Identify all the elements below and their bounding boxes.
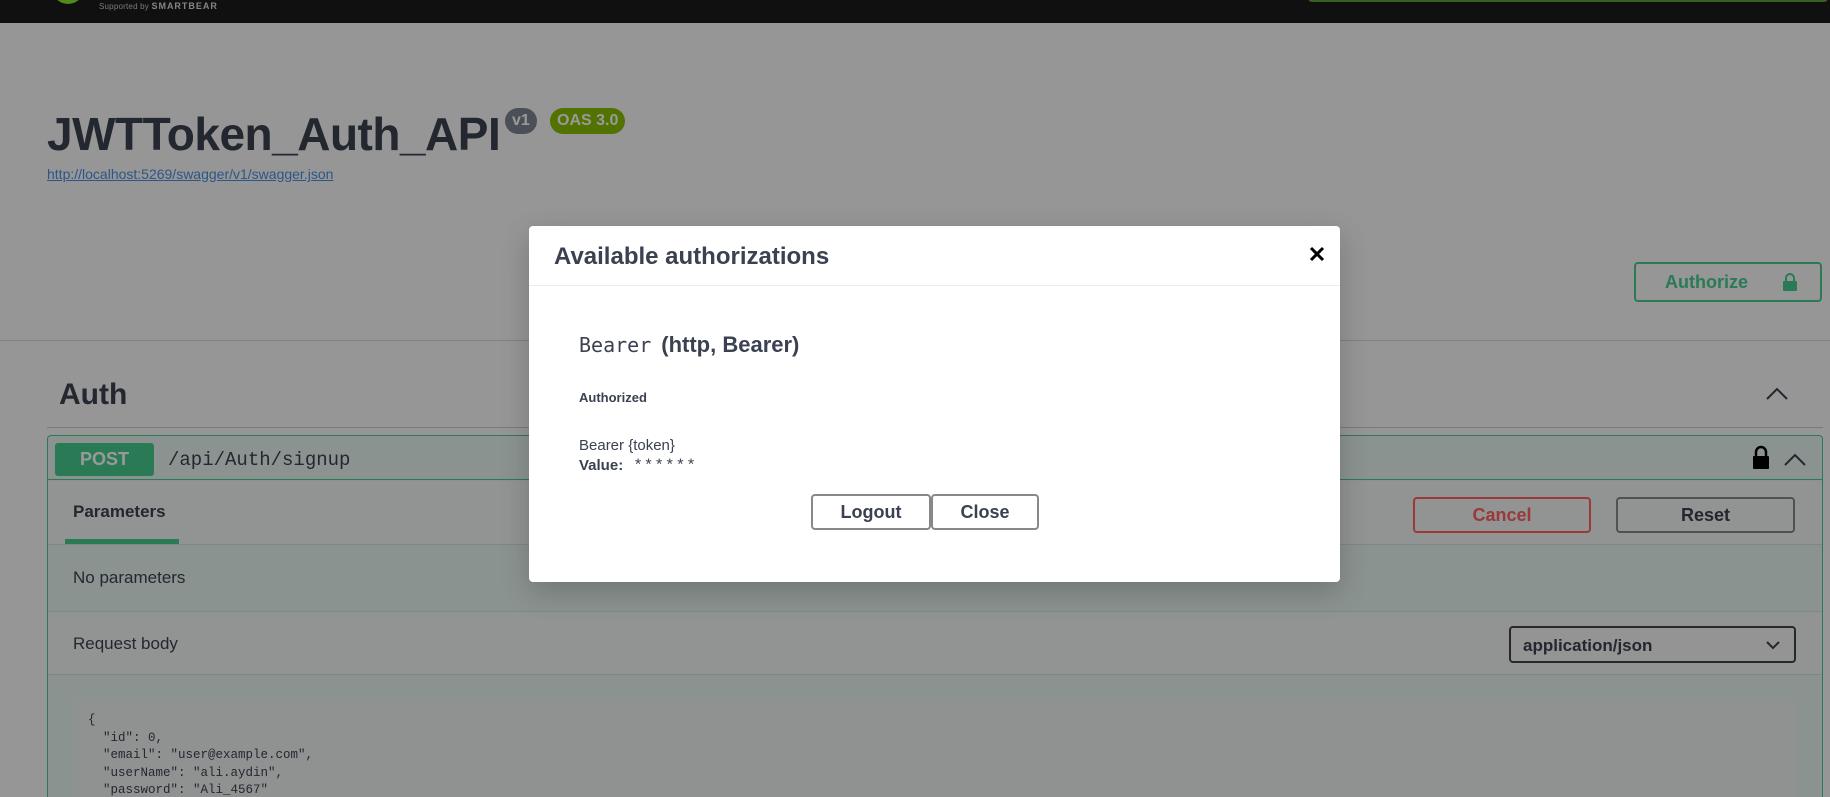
dialog-title: Available authorizations	[554, 243, 830, 270]
auth-value-row: Value: ******	[579, 457, 697, 475]
auth-format: Bearer {token}	[579, 437, 675, 454]
close-button[interactable]: Close	[931, 494, 1039, 530]
authorization-dialog: Available authorizations Bearer (http, Be…	[529, 226, 1340, 582]
auth-scheme-name: Bearer (http, Bearer)	[579, 332, 800, 357]
value-label: Value:	[579, 457, 624, 474]
auth-status: Authorized	[579, 390, 647, 405]
dialog-header: Available authorizations	[529, 226, 1340, 286]
close-icon[interactable]	[1307, 244, 1327, 264]
logout-button[interactable]: Logout	[811, 494, 931, 530]
value-mask: ******	[633, 457, 697, 475]
